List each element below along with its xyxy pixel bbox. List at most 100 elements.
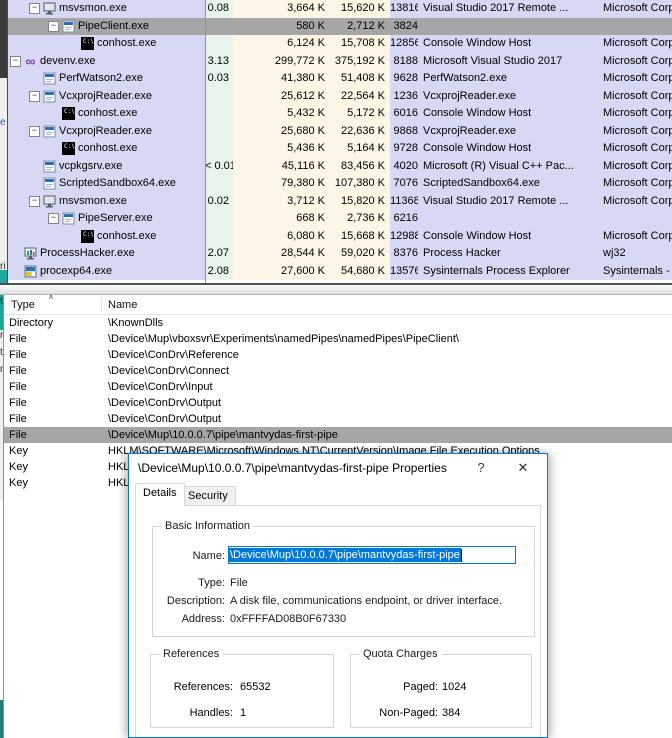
- close-icon[interactable]: ✕: [510, 460, 536, 476]
- cpu-cell: [205, 175, 233, 193]
- working-set-cell: 83,456 K: [330, 158, 390, 176]
- process-explorer-icon: [24, 265, 37, 278]
- clipped-text-fragment: e: [0, 118, 6, 128]
- process-row[interactable]: −∞devenv.exe3.13299,772 K375,192 K8188Mi…: [8, 53, 672, 71]
- cpu-cell: 2.07: [205, 245, 233, 263]
- column-header-name[interactable]: Name: [108, 299, 137, 311]
- header-separator[interactable]: [101, 297, 102, 312]
- process-row[interactable]: vcpkgsrv.exe< 0.0145,116 K83,456 K4020Mi…: [8, 158, 672, 176]
- process-name: conhost.exe: [78, 105, 137, 123]
- process-row[interactable]: −msvsmon.exe0.023,712 K15,820 K11368Visu…: [8, 193, 672, 211]
- process-name: VcxprojReader.exe: [59, 123, 152, 141]
- process-row[interactable]: C:\conhost.exe6,080 K15,668 K12988Consol…: [8, 228, 672, 246]
- object-properties-dialog: \Device\Mup\10.0.0.7\pipe\mantvydas-firs…: [128, 453, 548, 738]
- process-row[interactable]: PerfWatson2.exe0.0341,380 K51,408 K9628P…: [8, 70, 672, 88]
- handle-name: \Device\ConDrv\Output: [108, 395, 221, 411]
- process-row[interactable]: −PipeServer.exe668 K2,736 K6216: [8, 210, 672, 228]
- paged-label: Paged:: [403, 681, 438, 693]
- application-icon: [43, 160, 56, 173]
- tree-collapse-icon[interactable]: −: [29, 3, 40, 14]
- console-host-icon: C:\: [81, 37, 94, 50]
- handle-row[interactable]: File\Device\Mup\10.0.0.7\pipe\mantvydas-…: [4, 427, 672, 443]
- handle-row[interactable]: Directory\KnownDlls: [4, 315, 672, 331]
- private-bytes-cell: 5,436 K: [233, 140, 330, 158]
- process-name-cell: ProcessHacker.exe: [8, 245, 205, 263]
- pid-cell: 6016: [390, 105, 418, 123]
- private-bytes-cell: 299,772 K: [233, 53, 330, 71]
- console-host-icon: C:\: [81, 230, 94, 243]
- tree-collapse-icon[interactable]: −: [48, 213, 59, 224]
- process-row[interactable]: −VcxprojReader.exe25,612 K22,564 K1236Vc…: [8, 88, 672, 106]
- description-cell: [418, 18, 598, 36]
- name-input[interactable]: \Device\Mup\10.0.0.7\pipe\mantvydas-firs…: [228, 546, 516, 564]
- handle-type: File: [9, 363, 27, 379]
- handle-type: File: [9, 347, 27, 363]
- handle-row[interactable]: File\Device\ConDrv\Input: [4, 379, 672, 395]
- process-row[interactable]: ProcessHacker.exe2.0728,544 K59,020 K837…: [8, 245, 672, 263]
- pid-cell: 1236: [390, 88, 418, 106]
- process-name: VcxprojReader.exe: [59, 88, 152, 106]
- handle-row[interactable]: File \Device\ConDrv\Connect: [4, 363, 672, 379]
- description-cell: Visual Studio 2017 Remote ...: [418, 0, 598, 18]
- company-cell: Microsoft Corpor: [598, 70, 672, 88]
- paged-value: 1024: [442, 681, 466, 693]
- handle-name: \Device\ConDrv\Reference: [108, 347, 239, 363]
- company-cell: Microsoft Corpor: [598, 0, 672, 18]
- cpu-cell: [205, 123, 233, 141]
- working-set-cell: 107,380 K: [330, 175, 390, 193]
- process-row[interactable]: procexp64.exe2.0827,600 K54,680 K13576Sy…: [8, 263, 672, 281]
- company-cell: [598, 210, 672, 228]
- pid-cell: 7076: [390, 175, 418, 193]
- tab-details[interactable]: Details: [135, 483, 185, 506]
- references-group: References References: 65532 Handles: 1: [150, 654, 334, 728]
- process-row[interactable]: −PipeClient.exe580 K2,712 K3824: [8, 18, 672, 36]
- private-bytes-cell: 6,124 K: [233, 35, 330, 53]
- process-row[interactable]: −VcxprojReader.exe25,680 K22,636 K9868Vc…: [8, 123, 672, 141]
- working-set-cell: 5,172 K: [330, 105, 390, 123]
- handle-name: \Device\ConDrv\Output: [108, 411, 221, 427]
- cpu-cell: 3.13: [205, 53, 233, 71]
- tree-collapse-icon[interactable]: −: [29, 196, 40, 207]
- handle-row[interactable]: File\Device\ConDrv\Output: [4, 395, 672, 411]
- tree-collapse-icon[interactable]: −: [48, 21, 59, 32]
- description-cell: [418, 210, 598, 228]
- handle-name: \Device\ConDrv\Connect: [108, 363, 229, 379]
- process-row[interactable]: −msvsmon.exe0.083,664 K15,620 K13816Visu…: [8, 0, 672, 18]
- process-row[interactable]: C:\conhost.exe5,432 K5,172 K6016Console …: [8, 105, 672, 123]
- dialog-titlebar[interactable]: \Device\Mup\10.0.0.7\pipe\mantvydas-firs…: [129, 454, 547, 481]
- column-header-type[interactable]: Type: [11, 299, 35, 311]
- process-row[interactable]: C:\conhost.exe6,124 K15,708 K12856Consol…: [8, 35, 672, 53]
- company-cell: wj32: [598, 245, 672, 263]
- help-button[interactable]: ?: [470, 460, 492, 475]
- process-name-cell: ScriptedSandbox64.exe: [8, 175, 205, 193]
- handle-row[interactable]: File\Device\Mup\vboxsvr\Experiments\name…: [4, 331, 672, 347]
- address-label: Address:: [153, 613, 225, 625]
- panel-splitter[interactable]: [0, 283, 672, 295]
- pid-cell: 12988: [390, 228, 418, 246]
- cpu-cell: 0.08: [205, 0, 233, 18]
- process-name-cell: − VcxprojReader.exe: [8, 88, 205, 106]
- handle-row[interactable]: File \Device\ConDrv\Reference: [4, 347, 672, 363]
- description-cell: PerfWatson2.exe: [418, 70, 598, 88]
- company-cell: Microsoft Corpor: [598, 158, 672, 176]
- description-cell: Process Hacker: [418, 245, 598, 263]
- tree-collapse-icon[interactable]: −: [29, 91, 40, 102]
- handle-row[interactable]: File\Device\ConDrv\Output: [4, 411, 672, 427]
- working-set-cell: 54,680 K: [330, 263, 390, 281]
- company-cell: Microsoft Corpor: [598, 228, 672, 246]
- handle-type: File: [9, 379, 27, 395]
- pid-cell: 12856: [390, 35, 418, 53]
- process-row[interactable]: C:\conhost.exe5,436 K5,164 K9728Console …: [8, 140, 672, 158]
- tab-security[interactable]: Security: [180, 486, 236, 505]
- process-row[interactable]: ScriptedSandbox64.exe79,380 K107,380 K70…: [8, 175, 672, 193]
- application-icon: [62, 20, 75, 33]
- sort-ascending-icon: ∧: [48, 295, 54, 301]
- tree-collapse-icon[interactable]: −: [10, 56, 21, 67]
- handles-value: 1: [240, 707, 246, 719]
- private-bytes-cell: 27,600 K: [233, 263, 330, 281]
- tree-collapse-icon[interactable]: −: [29, 126, 40, 137]
- working-set-cell: 2,712 K: [330, 18, 390, 36]
- process-name-cell: −msvsmon.exe: [8, 0, 205, 18]
- description-cell: VcxprojReader.exe: [418, 88, 598, 106]
- cpu-cell: [205, 228, 233, 246]
